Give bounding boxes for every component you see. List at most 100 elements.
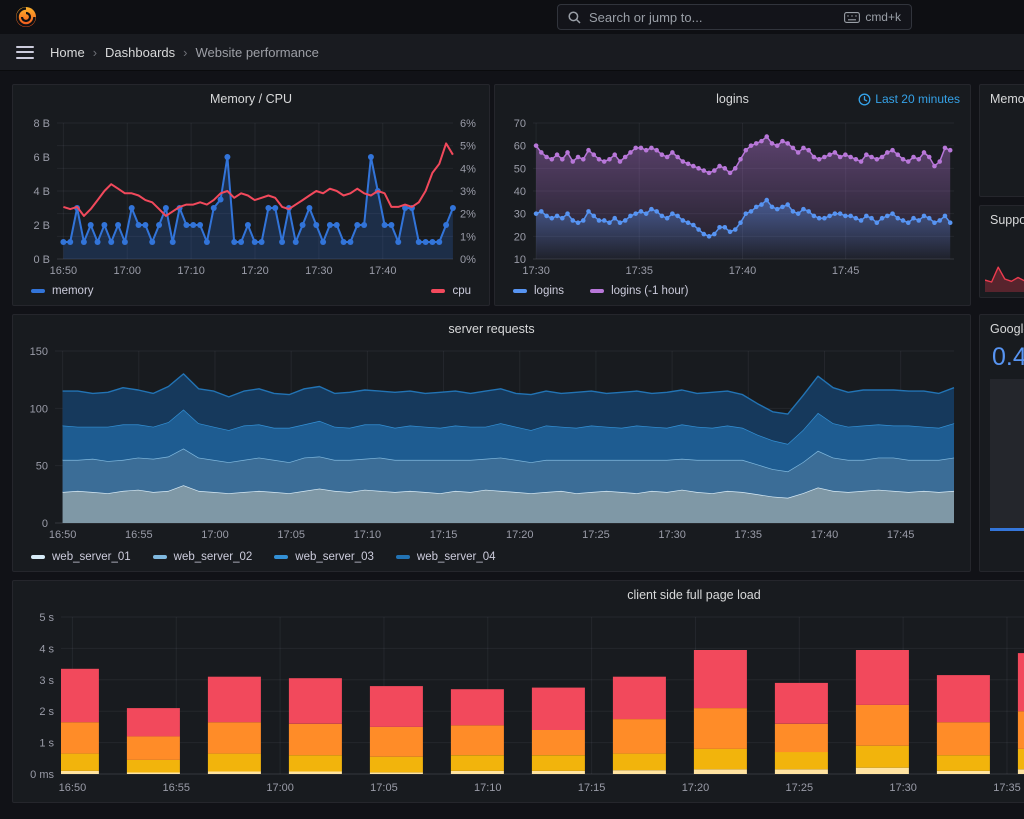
legend-swatch [590, 289, 605, 293]
svg-text:16:50: 16:50 [59, 782, 87, 794]
svg-text:17:20: 17:20 [682, 782, 710, 794]
time-override-label: Last 20 minutes [875, 92, 960, 106]
svg-text:0: 0 [42, 518, 48, 530]
svg-text:17:15: 17:15 [578, 782, 606, 794]
svg-text:50: 50 [36, 461, 48, 473]
legend-label: web_server_01 [52, 551, 131, 563]
legend-item[interactable]: logins (-1 hour) [590, 285, 688, 297]
svg-text:17:30: 17:30 [522, 265, 550, 277]
page-load-chart[interactable]: 0 ms 1 s 2 s 3 s 4 s 5 s 16:50 16:55 17:00 17:05 1… [21, 611, 1024, 798]
panel-title[interactable]: Memory / CPU [13, 92, 489, 106]
svg-text:17:40: 17:40 [369, 265, 397, 277]
svg-text:60: 60 [514, 141, 526, 153]
memory-cpu-chart[interactable]: 0 B 2 B 4 B 6 B 8 B 0% 1% 2% 3% 4% 5% 6% 16:50 17:00 1… [21, 115, 483, 281]
legend-swatch [152, 555, 167, 559]
svg-text:0 B: 0 B [33, 254, 50, 266]
legend-label: logins [534, 285, 565, 297]
svg-text:2%: 2% [460, 209, 476, 221]
svg-text:17:45: 17:45 [887, 529, 915, 541]
panel-page-load: client side full page load 0 ms 1 s 2 s 3 s… [12, 580, 1024, 803]
bar-gauge-label: A-series [990, 537, 1024, 549]
svg-text:2 B: 2 B [33, 220, 50, 232]
svg-text:17:20: 17:20 [506, 529, 534, 541]
svg-text:17:25: 17:25 [582, 529, 610, 541]
panel-logins: logins Last 20 minutes 10 20 30 40 50 60 70 17:… [494, 84, 971, 306]
svg-text:150: 150 [30, 346, 48, 358]
legend-swatch [31, 289, 45, 293]
nav-row: Home › Dashboards › Website performance [0, 34, 1024, 71]
svg-text:5%: 5% [460, 141, 476, 153]
svg-text:17:10: 17:10 [177, 265, 205, 277]
time-override[interactable]: Last 20 minutes [858, 92, 960, 106]
memory-cpu-legend: memory cpu [31, 282, 471, 300]
svg-text:4 s: 4 s [39, 643, 54, 655]
search-icon [568, 10, 581, 24]
svg-text:4%: 4% [460, 163, 476, 175]
svg-text:17:30: 17:30 [889, 782, 917, 794]
panel-memory-cut: Memory [979, 84, 1024, 197]
panel-title[interactable]: Google [990, 322, 1024, 336]
legend-item[interactable]: web_server_02 [152, 551, 252, 563]
legend-label: cpu [452, 285, 471, 297]
support-sparkline-chart [985, 266, 1024, 292]
svg-text:40: 40 [514, 186, 526, 198]
breadcrumb-current: Website performance [195, 44, 319, 60]
svg-text:5 s: 5 s [39, 612, 54, 624]
menu-button[interactable] [16, 45, 34, 59]
svg-text:17:00: 17:00 [266, 782, 294, 794]
svg-text:17:00: 17:00 [201, 529, 229, 541]
svg-text:0%: 0% [460, 254, 476, 266]
legend-item[interactable]: logins [513, 285, 564, 297]
logins-legend: logins logins (-1 hour) [513, 282, 952, 300]
chevron-right-icon: › [183, 44, 188, 60]
legend-swatch [395, 555, 410, 559]
svg-text:6 B: 6 B [33, 152, 50, 164]
svg-text:17:05: 17:05 [277, 529, 305, 541]
server-requests-chart[interactable]: 0 50 100 150 16:50 16:55 17:00 17:05 17:10 17:15 1… [21, 345, 964, 545]
svg-text:17:45: 17:45 [832, 265, 860, 277]
svg-text:70: 70 [514, 118, 526, 130]
svg-text:17:35: 17:35 [993, 782, 1021, 794]
breadcrumb-home[interactable]: Home [50, 45, 85, 60]
svg-text:50: 50 [514, 163, 526, 175]
logins-chart[interactable]: 1020304050607017:30 17:35 17:40 17:45 [503, 115, 964, 281]
svg-text:17:10: 17:10 [474, 782, 502, 794]
legend-swatch [274, 555, 289, 559]
breadcrumb-dashboards[interactable]: Dashboards [105, 45, 175, 60]
panel-memory-cpu: Memory / CPU 0 B 2 B 4 B 6 B 8 B 0% 1% 2% 3% 4% 5%… [12, 84, 490, 306]
svg-text:6%: 6% [460, 118, 476, 130]
svg-text:3%: 3% [460, 186, 476, 198]
legend-item[interactable]: cpu [431, 285, 471, 297]
legend-item[interactable]: web_server_03 [274, 551, 374, 563]
shortcut-hint: cmd+k [844, 10, 901, 24]
svg-text:17:40: 17:40 [811, 529, 839, 541]
keyboard-icon [844, 11, 861, 23]
panel-title[interactable]: client side full page load [13, 588, 1024, 602]
legend-item[interactable]: memory [31, 285, 94, 297]
svg-text:17:30: 17:30 [305, 265, 333, 277]
svg-text:1%: 1% [460, 231, 476, 243]
search-input[interactable]: Search or jump to... cmd+k [557, 4, 912, 30]
svg-text:100: 100 [30, 403, 48, 415]
svg-text:17:15: 17:15 [430, 529, 458, 541]
panel-google-cut: Google 0.4 A-series [979, 314, 1024, 572]
legend-swatch [513, 289, 527, 293]
svg-text:17:40: 17:40 [729, 265, 757, 277]
grafana-logo-icon[interactable] [15, 6, 37, 28]
legend-swatch [431, 289, 446, 293]
legend-item[interactable]: web_server_04 [395, 551, 496, 563]
panel-title[interactable]: Support [990, 213, 1024, 227]
server-requests-legend: web_server_01 web_server_02 web_server_03 w… [31, 548, 952, 566]
svg-text:17:10: 17:10 [354, 529, 382, 541]
panel-server-requests: server requests 0 50 100 150 16:50 16:55 17:00… [12, 314, 971, 572]
svg-text:17:20: 17:20 [241, 265, 269, 277]
panel-title[interactable]: Memory [990, 92, 1024, 106]
svg-text:16:50: 16:50 [50, 265, 78, 277]
svg-text:4 B: 4 B [33, 186, 50, 198]
legend-item[interactable]: web_server_01 [31, 551, 131, 563]
svg-text:16:55: 16:55 [162, 782, 190, 794]
svg-text:30: 30 [514, 209, 526, 221]
panel-title[interactable]: server requests [13, 322, 970, 336]
svg-text:0 ms: 0 ms [30, 769, 54, 781]
svg-text:16:50: 16:50 [49, 529, 77, 541]
